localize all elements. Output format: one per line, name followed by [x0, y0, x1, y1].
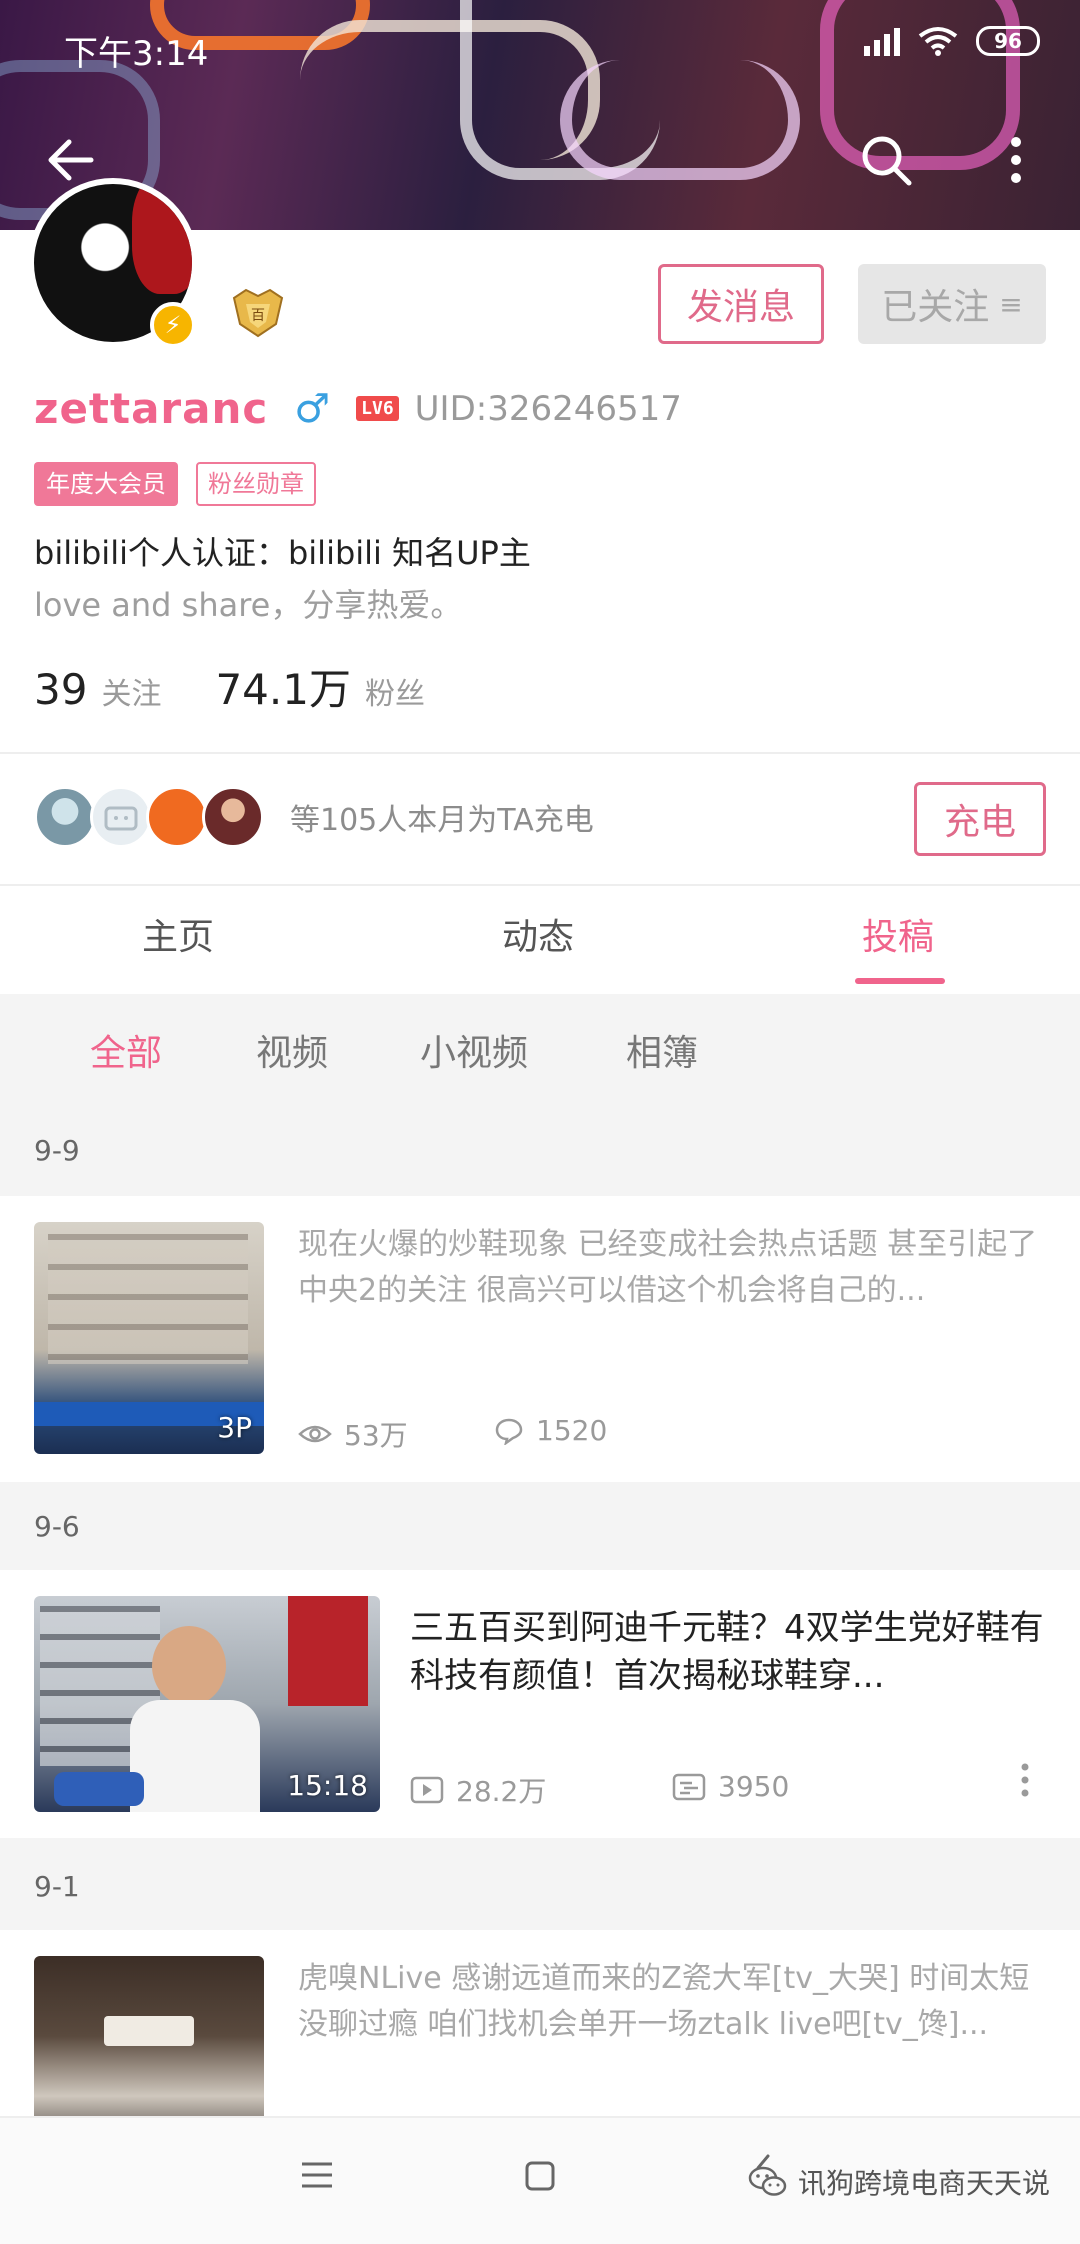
menu-button[interactable] [300, 2160, 334, 2194]
followed-menu-icon: ≡ [999, 287, 1023, 321]
wechat-icon [748, 2166, 787, 2196]
search-icon [862, 136, 912, 186]
medal-icon[interactable]: 百 [230, 288, 286, 338]
post-date: 9-6 [34, 1510, 80, 1543]
system-nav-bar: 讯狗跨境电商天天说 [0, 2116, 1080, 2244]
feed-item[interactable]: 虎嗅NLive 感谢远道而来的Z瓷大军[tv_大哭] 时间太短没聊过瘾 咱们找机… [0, 1930, 1080, 2116]
video-title: 三五百买到阿迪千元鞋？4双学生党好鞋有科技有颜值！首次揭秘球鞋穿... [410, 1608, 1044, 1696]
svg-text:百: 百 [251, 308, 265, 324]
bio-text: love and share，分享热爱。 [34, 586, 463, 624]
post-date: 9-1 [34, 1870, 80, 1903]
search-button[interactable] [856, 130, 916, 190]
video-danmaku: 3950 [672, 1770, 789, 1803]
supporter-avatar [146, 786, 208, 848]
comment-icon [495, 1418, 523, 1445]
menu-icon [302, 2162, 332, 2188]
more-button[interactable] [986, 130, 1046, 190]
name-row: zettaranc ♂ LV6 UID:326246517 [34, 384, 682, 433]
video-more-button[interactable] [1010, 1758, 1040, 1802]
eye-icon [298, 1425, 332, 1443]
charge-row[interactable]: 等105人本月为TA充电 [34, 786, 594, 848]
certification-text: bilibili个人认证：bilibili 知名UP主 [34, 534, 531, 572]
danmaku-icon [672, 1773, 706, 1800]
album-count-badge: 3P [217, 1411, 252, 1444]
filter-all[interactable]: 全部 [90, 1024, 162, 1076]
fan-medal-tag[interactable]: 粉丝勋章 [196, 462, 316, 506]
feed-item[interactable]: 15:18 三五百买到阿迪千元鞋？4双学生党好鞋有科技有颜值！首次揭秘球鞋穿..… [0, 1570, 1080, 1838]
username: zettaranc [34, 384, 269, 433]
status-time: 下午3:14 [64, 34, 209, 74]
home-button[interactable] [524, 2160, 556, 2196]
wifi-icon [918, 27, 958, 56]
charge-button[interactable]: 充电 [914, 782, 1046, 856]
send-message-button[interactable]: 发消息 [658, 264, 824, 344]
post-text: 现在火爆的炒鞋现象 已经变成社会热点话题 甚至引起了中央2的关注 很高兴可以借这… [298, 1227, 1038, 1308]
danmaku-count: 3950 [718, 1770, 790, 1803]
charge-text: 等105人本月为TA充电 [290, 803, 594, 838]
supporter-avatar [34, 786, 96, 848]
tab-home[interactable]: 主页 [142, 908, 214, 960]
vip-tag[interactable]: 年度大会员 [34, 462, 178, 506]
back-arrow-icon [48, 139, 94, 181]
more-vertical-icon [1021, 1763, 1029, 1797]
uid-text[interactable]: UID:326246517 [415, 389, 682, 429]
more-vertical-icon [1011, 137, 1021, 183]
fans-label[interactable]: 粉丝 [365, 669, 425, 713]
following-label[interactable]: 关注 [101, 669, 161, 713]
supporter-avatar [202, 786, 264, 848]
video-thumbnail[interactable]: 15:18 [34, 1596, 380, 1812]
post-date: 9-9 [34, 1134, 80, 1167]
supporter-avatar [90, 786, 152, 848]
profile-tags: 年度大会员 粉丝勋章 [34, 462, 316, 506]
comments-count: 1520 [536, 1414, 608, 1447]
profile-tabs: 主页 动态 投稿 [0, 880, 1080, 990]
battery-icon: 96 [976, 26, 1040, 56]
verified-bolt-icon: ⚡ [150, 302, 196, 348]
views-count: 53万 [344, 1419, 408, 1452]
status-bar: 下午3:14 96 [0, 0, 1080, 90]
filter-video[interactable]: 视频 [256, 1024, 328, 1076]
filter-short-video[interactable]: 小视频 [420, 1024, 528, 1076]
gender-male-icon: ♂ [294, 385, 331, 432]
post-thumbnail[interactable]: 3P [34, 1222, 264, 1454]
tab-uploads[interactable]: 投稿 [862, 908, 934, 960]
watermark: 讯狗跨境电商天天说 [748, 2162, 1050, 2202]
post-views: 53万 [298, 1414, 408, 1454]
following-count[interactable]: 39 [34, 665, 87, 714]
play-icon [410, 1776, 444, 1804]
divider [0, 752, 1080, 754]
tab-active-indicator [855, 978, 945, 984]
signal-icon [864, 26, 900, 56]
feed-item[interactable]: 3P 现在火爆的炒鞋现象 已经变成社会热点话题 甚至引起了中央2的关注 很高兴可… [0, 1196, 1080, 1482]
home-square-icon [525, 2161, 555, 2191]
video-plays: 28.2万 [410, 1770, 546, 1810]
watermark-text: 讯狗跨境电商天天说 [797, 2167, 1050, 2200]
post-text: 虎嗅NLive 感谢远道而来的Z瓷大军[tv_大哭] 时间太短没聊过瘾 咱们找机… [298, 1961, 1030, 2042]
followed-button[interactable]: 已关注 ≡ [858, 264, 1046, 344]
avatar[interactable]: ⚡ [28, 178, 198, 348]
post-comments: 1520 [494, 1414, 607, 1447]
tv-icon [104, 806, 138, 831]
plays-count: 28.2万 [456, 1775, 547, 1808]
upload-filter-tabs: 全部 视频 小视频 相簿 [0, 994, 1080, 1106]
profile-stats: 39 关注 74.1万 粉丝 [34, 656, 425, 717]
post-thumbnail[interactable] [34, 1956, 264, 2116]
tab-dynamic[interactable]: 动态 [502, 908, 574, 960]
followed-label: 已关注 [881, 287, 990, 328]
fans-count[interactable]: 74.1万 [215, 656, 351, 717]
level-badge: LV6 [356, 396, 399, 421]
filter-album[interactable]: 相簿 [626, 1024, 698, 1076]
battery-level: 96 [994, 29, 1022, 53]
video-duration: 15:18 [287, 1769, 368, 1802]
